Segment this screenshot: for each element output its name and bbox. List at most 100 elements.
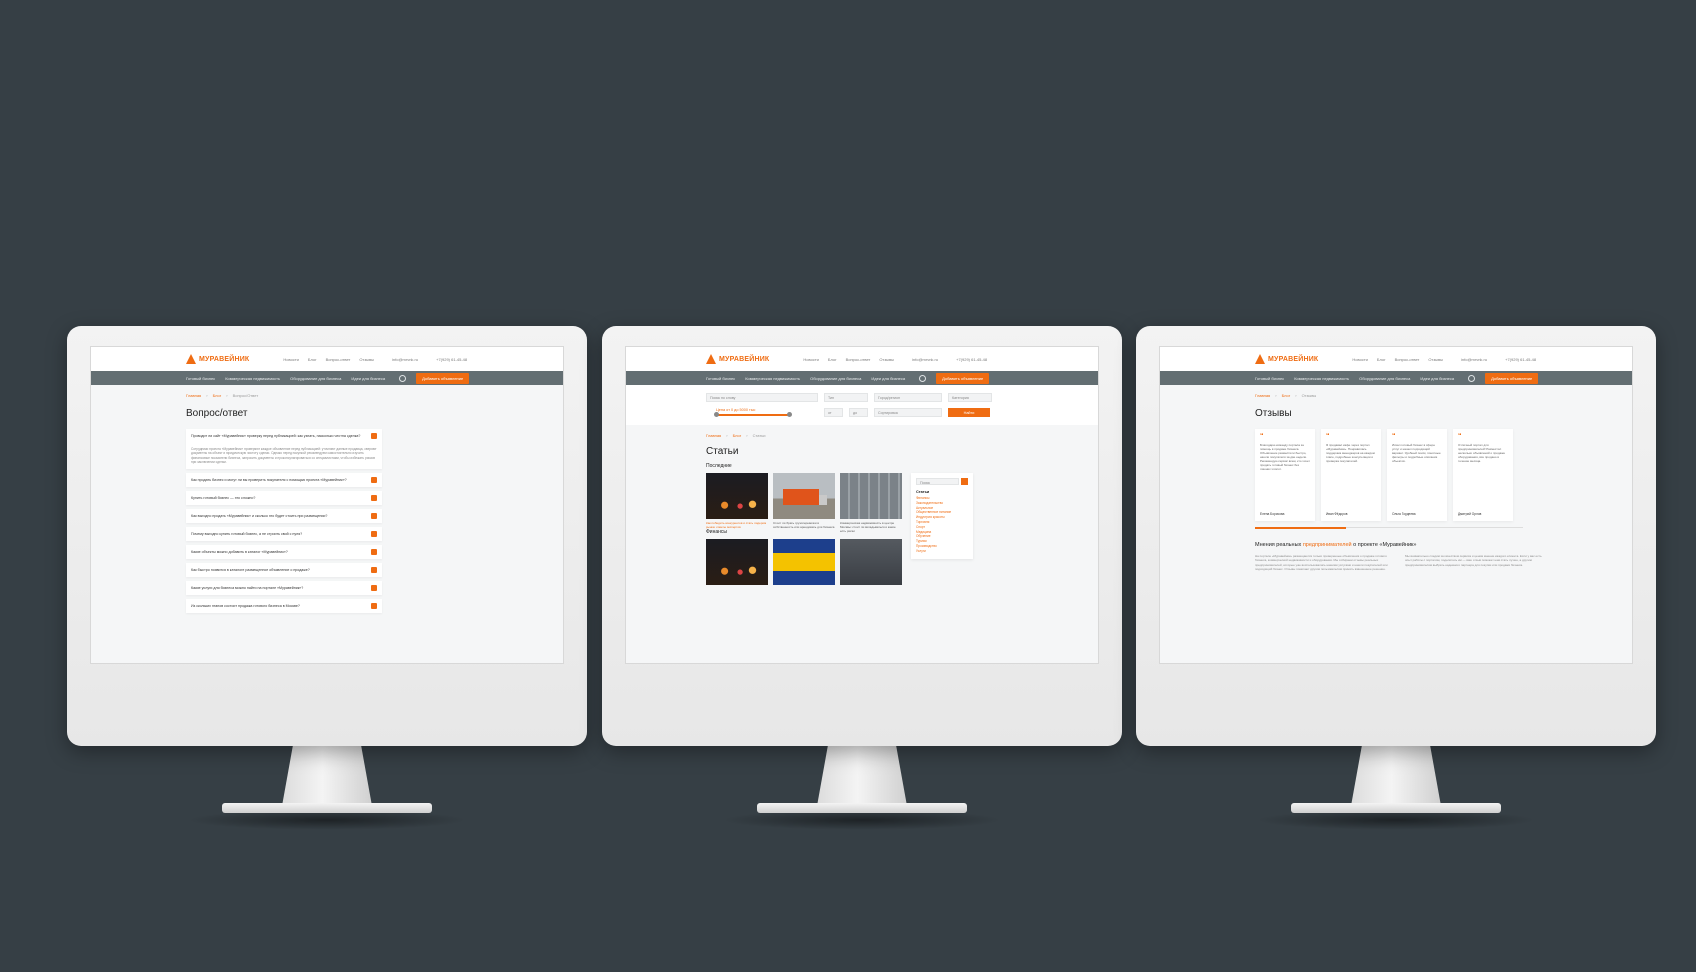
user-icon[interactable] bbox=[399, 374, 407, 382]
top-link-blog[interactable]: Блог bbox=[828, 357, 837, 362]
nav-equipment[interactable]: Оборудование для бизнеса bbox=[810, 376, 861, 381]
phone-link[interactable]: +7(929) 61-45-48 bbox=[436, 357, 467, 362]
opinions-title-start: Мнения реальных bbox=[1255, 542, 1303, 548]
expand-icon[interactable] bbox=[371, 512, 377, 519]
add-listing-button[interactable]: Добавить объявление bbox=[1485, 372, 1539, 384]
top-link-faq[interactable]: Вопрос-ответ bbox=[846, 357, 871, 362]
top-link-reviews[interactable]: Отзывы bbox=[359, 357, 374, 362]
faq-question: Проводит ли сайт «Муравейник» проверку п… bbox=[191, 433, 361, 438]
top-link-blog[interactable]: Блог bbox=[1377, 357, 1386, 362]
sort-select[interactable]: Сортировка bbox=[874, 408, 942, 417]
nav-ideas[interactable]: Идеи для бизнеса bbox=[1420, 376, 1454, 381]
faq-item[interactable]: Из скольких этапов состоит продажа готов… bbox=[186, 598, 382, 613]
review-text: Я продавал кафе через портал «Муравейник… bbox=[1326, 442, 1375, 463]
top-link-blog[interactable]: Блог bbox=[308, 357, 317, 362]
nav-ready-business[interactable]: Готовый бизнес bbox=[186, 376, 215, 381]
nav-ideas[interactable]: Идеи для бизнеса bbox=[351, 376, 385, 381]
crumb-home[interactable]: Главная bbox=[186, 393, 201, 398]
crumb-current: Вопрос/Ответ bbox=[232, 393, 259, 398]
logo-text: МУРАВЕЙНИК bbox=[199, 355, 250, 363]
user-icon[interactable] bbox=[919, 374, 927, 382]
expand-icon[interactable] bbox=[371, 476, 377, 483]
email-link[interactable]: info@mrvnk.ru bbox=[912, 357, 938, 362]
carousel-scrollbar-thumb[interactable] bbox=[1255, 526, 1347, 529]
faq-item[interactable]: Как быстро появится в каталоге размещенн… bbox=[186, 562, 382, 577]
stand-shadow bbox=[722, 810, 1002, 830]
crumb-home[interactable]: Главная bbox=[1255, 393, 1270, 398]
expand-icon[interactable] bbox=[371, 530, 377, 537]
anthill-icon bbox=[186, 354, 196, 364]
collapse-icon[interactable] bbox=[371, 433, 377, 439]
faq-item-open[interactable]: Проводит ли сайт «Муравейник» проверку п… bbox=[186, 429, 382, 469]
crumb-blog[interactable]: Блог bbox=[733, 433, 742, 438]
review-card: “ Я продавал кафе через портал «Муравейн… bbox=[1321, 429, 1381, 521]
top-link-news[interactable]: Новости bbox=[803, 357, 818, 362]
nav-commercial-realty[interactable]: Коммерческая недвижимость bbox=[745, 376, 800, 381]
category-select[interactable]: Категория bbox=[948, 393, 992, 402]
top-link-faq[interactable]: Вопрос-ответ bbox=[326, 357, 351, 362]
search-icon[interactable] bbox=[961, 478, 968, 485]
filter-row: Поиск по слову Тип Город/регион Категори… bbox=[706, 393, 1088, 402]
phone-link[interactable]: +7(929) 61-45-48 bbox=[956, 357, 987, 362]
top-link-news[interactable]: Новости bbox=[283, 357, 298, 362]
reviews-carousel[interactable]: “ Благодарю команду портала за помощь в … bbox=[1255, 429, 1622, 521]
expand-icon[interactable] bbox=[371, 494, 377, 501]
crumb-blog[interactable]: Блог bbox=[1282, 393, 1291, 398]
faq-item[interactable]: Какие объекты можно добавить в каталог «… bbox=[186, 544, 382, 559]
expand-icon[interactable] bbox=[371, 602, 377, 609]
article-card[interactable] bbox=[840, 538, 902, 585]
expand-icon[interactable] bbox=[371, 584, 377, 591]
crumb-home[interactable]: Главная bbox=[706, 433, 721, 438]
area-from-input[interactable]: от bbox=[824, 408, 843, 417]
phone-link[interactable]: +7(929) 61-45-48 bbox=[1505, 357, 1536, 362]
email-link[interactable]: info@mrvnk.ru bbox=[392, 357, 418, 362]
article-card[interactable] bbox=[706, 538, 768, 585]
crumb-current: Отзывы bbox=[1301, 393, 1317, 398]
logo[interactable]: МУРАВЕЙНИК bbox=[1255, 354, 1318, 364]
email-link[interactable]: info@mrvnk.ru bbox=[1461, 357, 1487, 362]
user-icon[interactable] bbox=[1468, 374, 1476, 382]
nav-ready-business[interactable]: Готовый бизнес bbox=[706, 376, 735, 381]
add-listing-button[interactable]: Добавить объявление bbox=[416, 372, 470, 384]
faq-item[interactable]: Как продать бизнес и могут ли вы провери… bbox=[186, 472, 382, 487]
nav-ready-business[interactable]: Готовый бизнес bbox=[1255, 376, 1284, 381]
main-nav: Готовый бизнес Коммерческая недвижимость… bbox=[1160, 371, 1632, 385]
crumb-blog[interactable]: Блог bbox=[213, 393, 222, 398]
logo-text: МУРАВЕЙНИК bbox=[719, 355, 770, 363]
find-button[interactable]: Найти bbox=[948, 408, 990, 417]
nav-equipment[interactable]: Оборудование для бизнеса bbox=[1359, 376, 1410, 381]
expand-icon[interactable] bbox=[371, 548, 377, 555]
logo[interactable]: МУРАВЕЙНИК bbox=[186, 354, 249, 364]
sidebar-search-input[interactable]: Поиск bbox=[916, 478, 959, 485]
top-link-news[interactable]: Новости bbox=[1352, 357, 1367, 362]
faq-item[interactable]: Почему выгодно купить готовый бизнес, а … bbox=[186, 526, 382, 541]
type-select[interactable]: Тип bbox=[824, 393, 868, 402]
price-slider[interactable] bbox=[714, 412, 792, 417]
faq-question: Как выгодно продать «Муравейник» и сколь… bbox=[191, 513, 328, 518]
top-link-faq[interactable]: Вопрос-ответ bbox=[1395, 357, 1420, 362]
screen: МУРАВЕЙНИК Новости Блог Вопрос-ответ Отз… bbox=[1159, 346, 1633, 664]
nav-commercial-realty[interactable]: Коммерческая недвижимость bbox=[225, 376, 280, 381]
review-text: Отличный портал для предпринимателей! Ра… bbox=[1458, 442, 1505, 463]
city-select[interactable]: Город/регион bbox=[874, 393, 942, 402]
stand-base bbox=[222, 803, 432, 813]
anthill-icon bbox=[706, 354, 716, 364]
expand-icon[interactable] bbox=[371, 566, 377, 573]
faq-item[interactable]: Купить готовый бизнес — это сложно? bbox=[186, 490, 382, 505]
faq-item[interactable]: Как выгодно продать «Муравейник» и сколь… bbox=[186, 508, 382, 523]
area-to-input[interactable]: до bbox=[849, 408, 868, 417]
top-link-reviews[interactable]: Отзывы bbox=[1428, 357, 1443, 362]
sidebar-link[interactable]: Услуги bbox=[916, 549, 968, 554]
top-link-reviews[interactable]: Отзывы bbox=[879, 357, 894, 362]
article-card[interactable] bbox=[773, 538, 835, 585]
nav-ideas[interactable]: Идеи для бизнеса bbox=[871, 376, 905, 381]
add-listing-button[interactable]: Добавить объявление bbox=[936, 372, 990, 384]
keyword-input[interactable]: Поиск по слову bbox=[706, 393, 818, 402]
price-range[interactable]: Цена от 0 до 5000 тыс bbox=[706, 408, 818, 417]
nav-commercial-realty[interactable]: Коммерческая недвижимость bbox=[1294, 376, 1349, 381]
carousel-scrollbar[interactable] bbox=[1255, 526, 1523, 529]
monitor-bezel: МУРАВЕЙНИК Новости Блог Вопрос-ответ Отз… bbox=[602, 326, 1122, 746]
faq-item[interactable]: Какие услуги для бизнеса можно найти на … bbox=[186, 580, 382, 595]
logo[interactable]: МУРАВЕЙНИК bbox=[706, 354, 769, 364]
nav-equipment[interactable]: Оборудование для бизнеса bbox=[290, 376, 341, 381]
